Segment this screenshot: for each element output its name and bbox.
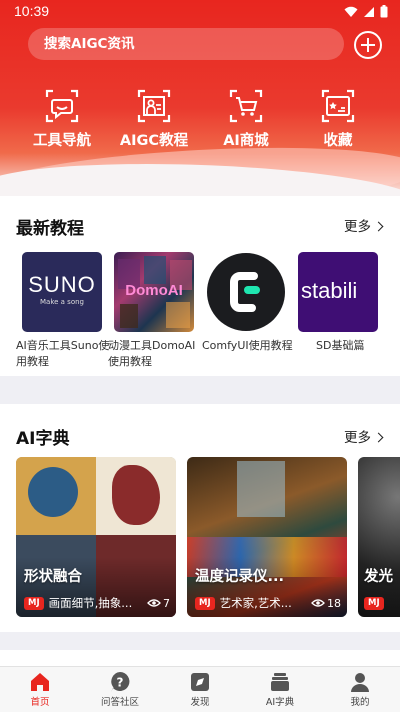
dictionary-card[interactable]: 温度记录仪... MJ 艺术家,艺术... 18 bbox=[187, 457, 347, 617]
quick-nav-label: AIGC教程 bbox=[119, 133, 189, 149]
home-icon bbox=[31, 673, 49, 691]
dictionary-card-footer: MJ 艺术家,艺术... 18 bbox=[195, 595, 341, 611]
thumb-tile bbox=[120, 304, 138, 328]
tutorial-thumbnail: stabili bbox=[298, 252, 378, 332]
eye-icon bbox=[147, 599, 161, 607]
quick-nav-label: 工具导航 bbox=[33, 133, 91, 149]
section-title: AI字典 bbox=[16, 429, 70, 449]
card-art-shape bbox=[28, 467, 78, 517]
tutorial-person-icon bbox=[137, 89, 171, 123]
nav-label: AI字典 bbox=[265, 697, 295, 708]
quick-nav-ai-mall[interactable]: AI商城 bbox=[201, 88, 291, 150]
dictionary-card-footer: MJ bbox=[364, 595, 394, 611]
battery-icon bbox=[380, 5, 388, 18]
dictionary-card-title: 温度记录仪... bbox=[195, 569, 285, 585]
status-time: 10:39 bbox=[14, 3, 50, 19]
tutorial-card[interactable]: SUNO Make a song AI音乐工具Suno使用教程 bbox=[16, 252, 114, 370]
tutorial-thumbnail: DomoAI bbox=[114, 252, 194, 332]
mj-badge: MJ bbox=[364, 596, 384, 610]
svg-text:?: ? bbox=[117, 676, 124, 690]
nav-qa-community[interactable]: ? 问答社区 bbox=[80, 671, 160, 708]
dictionary-card[interactable]: 发光 MJ bbox=[358, 457, 400, 617]
tutorial-label: SD基础篇 bbox=[316, 339, 365, 352]
view-count: 18 bbox=[311, 597, 341, 610]
thumb-text: SUNO bbox=[28, 272, 96, 297]
dictionary-card-footer: MJ 画面细节,抽象... 7 bbox=[24, 595, 170, 611]
search-input[interactable]: 搜索AIGC资讯 bbox=[28, 28, 344, 60]
profile-icon bbox=[351, 673, 369, 692]
latest-tutorials-section: 最新教程 更多 SUNO Make a song AI音乐工具Suno使用教程 … bbox=[0, 196, 400, 376]
nav-discover[interactable]: 发现 bbox=[160, 671, 240, 708]
tutorial-thumbnail bbox=[206, 252, 286, 332]
thumb-text: DomoAI bbox=[125, 282, 183, 299]
tutorial-card[interactable]: ComfyUI使用教程 bbox=[202, 252, 298, 354]
thumb-tile bbox=[144, 256, 166, 284]
more-label: 更多 bbox=[344, 219, 371, 235]
chevron-right-icon bbox=[373, 432, 384, 443]
view-count-value: 7 bbox=[163, 596, 170, 610]
quick-nav-tool-guide[interactable]: 工具导航 bbox=[17, 88, 107, 150]
quick-nav-favorites[interactable]: 收藏 bbox=[293, 88, 383, 150]
nav-label: 发现 bbox=[190, 697, 210, 708]
thumb-tile bbox=[166, 302, 190, 328]
mj-badge: MJ bbox=[24, 596, 44, 610]
tutorial-label: ComfyUI使用教程 bbox=[202, 339, 293, 352]
more-link[interactable]: 更多 bbox=[344, 215, 384, 235]
header-banner: 10:39 搜索AIGC资讯 工具导航 AIGC教程 AI商城 收藏 bbox=[0, 0, 400, 196]
nav-profile[interactable]: 我的 bbox=[320, 671, 400, 708]
discover-icon bbox=[191, 673, 209, 691]
nav-home[interactable]: 首页 bbox=[0, 671, 80, 708]
signal-icon bbox=[364, 6, 374, 17]
bottom-nav: 首页 ? 问答社区 发现 AI字典 我的 bbox=[0, 666, 400, 712]
quick-nav-aigc-tutorial[interactable]: AIGC教程 bbox=[109, 88, 199, 150]
shopping-cart-icon bbox=[229, 89, 263, 123]
view-count: 7 bbox=[147, 597, 170, 610]
comfyui-logo-icon bbox=[207, 253, 285, 331]
quick-nav: 工具导航 AIGC教程 AI商城 收藏 bbox=[0, 88, 400, 154]
status-icons bbox=[344, 5, 388, 18]
dictionary-card-title: 发光 bbox=[364, 569, 393, 585]
nav-label: 问答社区 bbox=[100, 697, 139, 708]
nav-label: 我的 bbox=[350, 697, 370, 708]
section-title: 最新教程 bbox=[16, 219, 84, 239]
question-icon: ? bbox=[111, 672, 130, 692]
status-bar: 10:39 bbox=[0, 0, 400, 24]
view-count-value: 18 bbox=[327, 596, 341, 610]
eye-icon bbox=[311, 599, 325, 607]
quick-nav-label: AI商城 bbox=[223, 133, 269, 149]
tutorial-label: 动漫工具DomoAI使用教程 bbox=[108, 339, 196, 368]
ai-dictionary-section: AI字典 更多 形状融合 MJ 画面细节,抽象... 7 温度记录仪... MJ… bbox=[0, 404, 400, 632]
nav-label: 首页 bbox=[30, 697, 50, 708]
chevron-right-icon bbox=[373, 221, 384, 232]
wifi-icon bbox=[344, 6, 358, 17]
mj-badge: MJ bbox=[195, 596, 215, 610]
nav-ai-dictionary[interactable]: AI字典 bbox=[240, 671, 320, 708]
dictionary-icon bbox=[271, 673, 289, 691]
more-label: 更多 bbox=[344, 430, 371, 446]
dictionary-card-tags: 艺术家,艺术... bbox=[219, 596, 292, 610]
thumb-subtext: Make a song bbox=[40, 298, 84, 306]
tutorial-card[interactable]: stabili SD基础篇 bbox=[298, 252, 390, 354]
tutorial-thumbnail: SUNO Make a song bbox=[22, 252, 102, 332]
dictionary-card-tags: 画面细节,抽象... bbox=[48, 596, 133, 610]
dictionary-card-title: 形状融合 bbox=[24, 569, 82, 585]
chat-bubble-icon bbox=[45, 89, 79, 123]
thumb-text: stabili bbox=[301, 278, 358, 303]
tutorial-label: AI音乐工具Suno使用教程 bbox=[16, 339, 110, 368]
add-button[interactable] bbox=[354, 31, 382, 59]
more-link[interactable]: 更多 bbox=[344, 426, 384, 446]
tutorial-card[interactable]: DomoAI 动漫工具DomoAI使用教程 bbox=[108, 252, 206, 370]
quick-nav-label: 收藏 bbox=[323, 133, 353, 149]
dictionary-card[interactable]: 形状融合 MJ 画面细节,抽象... 7 bbox=[16, 457, 176, 617]
favorite-image-icon bbox=[321, 89, 355, 123]
card-art-window bbox=[237, 461, 285, 517]
